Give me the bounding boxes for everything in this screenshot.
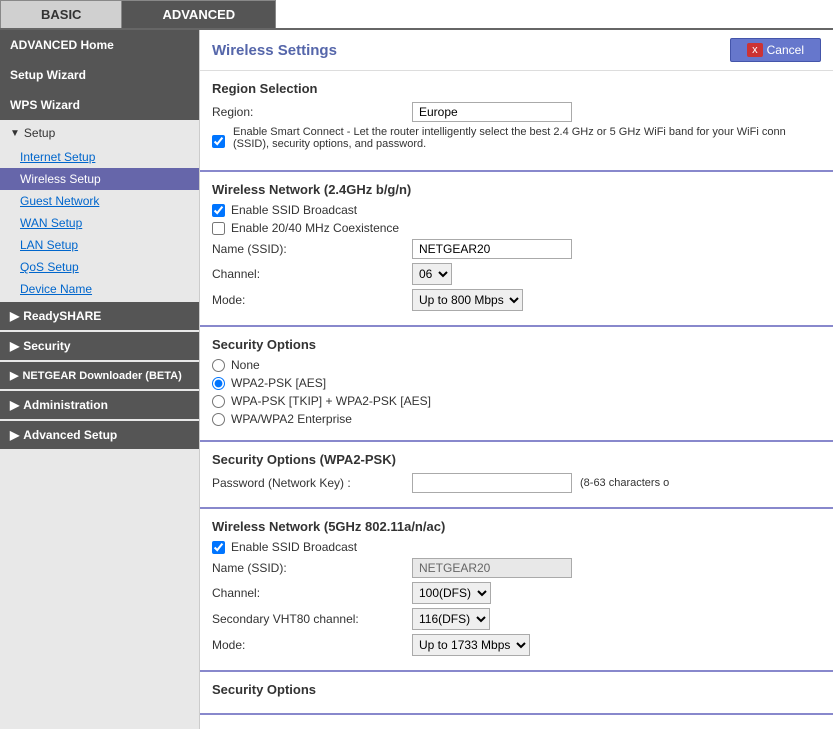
security-wpa2-section: Security Options (WPA2-PSK) Password (Ne… [200,442,833,509]
sidebar-item-device-name[interactable]: Device Name [0,278,199,300]
main-content: Wireless Settings x Cancel Region Select… [200,30,833,729]
sidebar: ADVANCED Home Setup Wizard WPS Wizard ▼ … [0,30,200,729]
region-row: Region: [212,102,821,122]
sidebar-item-wps-wizard[interactable]: WPS Wizard [0,90,199,120]
channel-select[interactable]: 06 01020304 05070809 1011 [412,263,452,285]
sidebar-item-qos-setup[interactable]: QoS Setup [0,256,199,278]
enable-ssid-broadcast-row: Enable SSID Broadcast [212,203,821,217]
security-options-5g-title: Security Options [212,682,821,697]
sidebar-item-setup-wizard[interactable]: Setup Wizard [0,60,199,90]
mode-5g-select[interactable]: Up to 1733 Mbps Up to 867 Mbps Up to 400… [412,634,530,656]
tab-basic[interactable]: BASIC [0,0,121,28]
ssid-name-row: Name (SSID): [212,239,821,259]
sidebar-item-readyshare[interactable]: ▶ ReadySHARE [0,302,199,330]
mode-5g-row: Mode: Up to 1733 Mbps Up to 867 Mbps Up … [212,634,821,656]
smart-connect-row: Enable Smart Connect - Let the router in… [212,126,821,156]
smart-connect-text: Enable Smart Connect - Let the router in… [233,126,821,150]
readyshare-arrow-icon: ▶ [10,309,19,323]
radio-wpa-psk-row: WPA-PSK [TKIP] + WPA2-PSK [AES] [212,394,821,408]
content-header: Wireless Settings x Cancel [200,30,833,71]
radio-wpa-enterprise-row: WPA/WPA2 Enterprise [212,412,821,426]
cancel-x-icon: x [747,43,763,57]
secondary-vht80-label: Secondary VHT80 channel: [212,612,412,626]
smart-connect-checkbox[interactable] [212,135,225,148]
radio-wpa-enterprise[interactable] [212,413,225,426]
radio-none[interactable] [212,359,225,372]
sidebar-item-advanced-home[interactable]: ADVANCED Home [0,30,199,60]
ssid-name-5g-label: Name (SSID): [212,561,412,575]
channel-5g-select[interactable]: 100(DFS) 36404448 149153157161 [412,582,491,604]
secondary-vht80-row: Secondary VHT80 channel: 116(DFS) 364044… [212,608,821,630]
channel-5g-row: Channel: 100(DFS) 36404448 149153157161 [212,582,821,604]
mode-label: Mode: [212,293,412,307]
wireless-24-title: Wireless Network (2.4GHz b/g/n) [212,182,821,197]
advanced-setup-arrow-icon: ▶ [10,428,19,442]
mode-row: Mode: Up to 800 Mbps Up to 400 Mbps Up t… [212,289,821,311]
security-wpa2-title: Security Options (WPA2-PSK) [212,452,821,467]
security-options-section: Security Options None WPA2-PSK [AES] WPA… [200,327,833,442]
mode-5g-label: Mode: [212,638,412,652]
netgear-downloader-arrow-icon: ▶ [10,369,18,382]
sidebar-item-guest-network[interactable]: Guest Network [0,190,199,212]
security-options-5g-section: Security Options [200,672,833,715]
region-label: Region: [212,105,412,119]
sidebar-item-internet-setup[interactable]: Internet Setup [0,146,199,168]
password-row: Password (Network Key) : (8-63 character… [212,473,821,493]
radio-wpa-psk[interactable] [212,395,225,408]
region-input[interactable] [412,102,572,122]
enable-ssid-broadcast-5g-checkbox[interactable] [212,541,225,554]
enable-coexistence-checkbox[interactable] [212,222,225,235]
password-hint: (8-63 characters o [580,477,669,489]
ssid-name-label: Name (SSID): [212,242,412,256]
enable-coexistence-row: Enable 20/40 MHz Coexistence [212,221,821,235]
security-arrow-icon: ▶ [10,339,19,353]
administration-arrow-icon: ▶ [10,398,19,412]
channel-row: Channel: 06 01020304 05070809 1011 [212,263,821,285]
sidebar-item-netgear-downloader[interactable]: ▶ NETGEAR Downloader (BETA) [0,362,199,389]
tab-advanced[interactable]: ADVANCED [121,0,276,28]
secondary-vht80-select[interactable]: 116(DFS) 36404448 [412,608,490,630]
sidebar-item-administration[interactable]: ▶ Administration [0,391,199,419]
enable-ssid-broadcast-checkbox[interactable] [212,204,225,217]
tab-advanced-label: ADVANCED [162,7,235,22]
wireless-5g-title: Wireless Network (5GHz 802.11a/n/ac) [212,519,821,534]
sidebar-item-wireless-setup[interactable]: Wireless Setup [0,168,199,190]
security-options-title: Security Options [212,337,821,352]
setup-arrow-icon: ▼ [10,128,20,139]
region-section-title: Region Selection [212,81,821,96]
radio-wpa2-psk-row: WPA2-PSK [AES] [212,376,821,390]
region-selection-section: Region Selection Region: Enable Smart Co… [200,71,833,172]
sidebar-item-wan-setup[interactable]: WAN Setup [0,212,199,234]
channel-5g-label: Channel: [212,586,412,600]
mode-select[interactable]: Up to 800 Mbps Up to 400 Mbps Up to 200 … [412,289,523,311]
wireless-24-section: Wireless Network (2.4GHz b/g/n) Enable S… [200,172,833,327]
radio-none-row: None [212,358,821,372]
sidebar-item-lan-setup[interactable]: LAN Setup [0,234,199,256]
enable-ssid-broadcast-5g-row: Enable SSID Broadcast [212,540,821,554]
ssid-name-5g-input[interactable] [412,558,572,578]
tab-basic-label: BASIC [41,7,81,22]
page-title: Wireless Settings [212,42,337,59]
ssid-name-5g-row: Name (SSID): [212,558,821,578]
ssid-name-input[interactable] [412,239,572,259]
channel-label: Channel: [212,267,412,281]
cancel-button[interactable]: x Cancel [730,38,821,62]
radio-wpa2-psk[interactable] [212,377,225,390]
password-input[interactable] [412,473,572,493]
password-label: Password (Network Key) : [212,476,412,490]
sidebar-item-setup[interactable]: ▼ Setup [0,120,199,146]
sidebar-item-advanced-setup[interactable]: ▶ Advanced Setup [0,421,199,449]
wireless-5g-section: Wireless Network (5GHz 802.11a/n/ac) Ena… [200,509,833,672]
sidebar-item-security[interactable]: ▶ Security [0,332,199,360]
